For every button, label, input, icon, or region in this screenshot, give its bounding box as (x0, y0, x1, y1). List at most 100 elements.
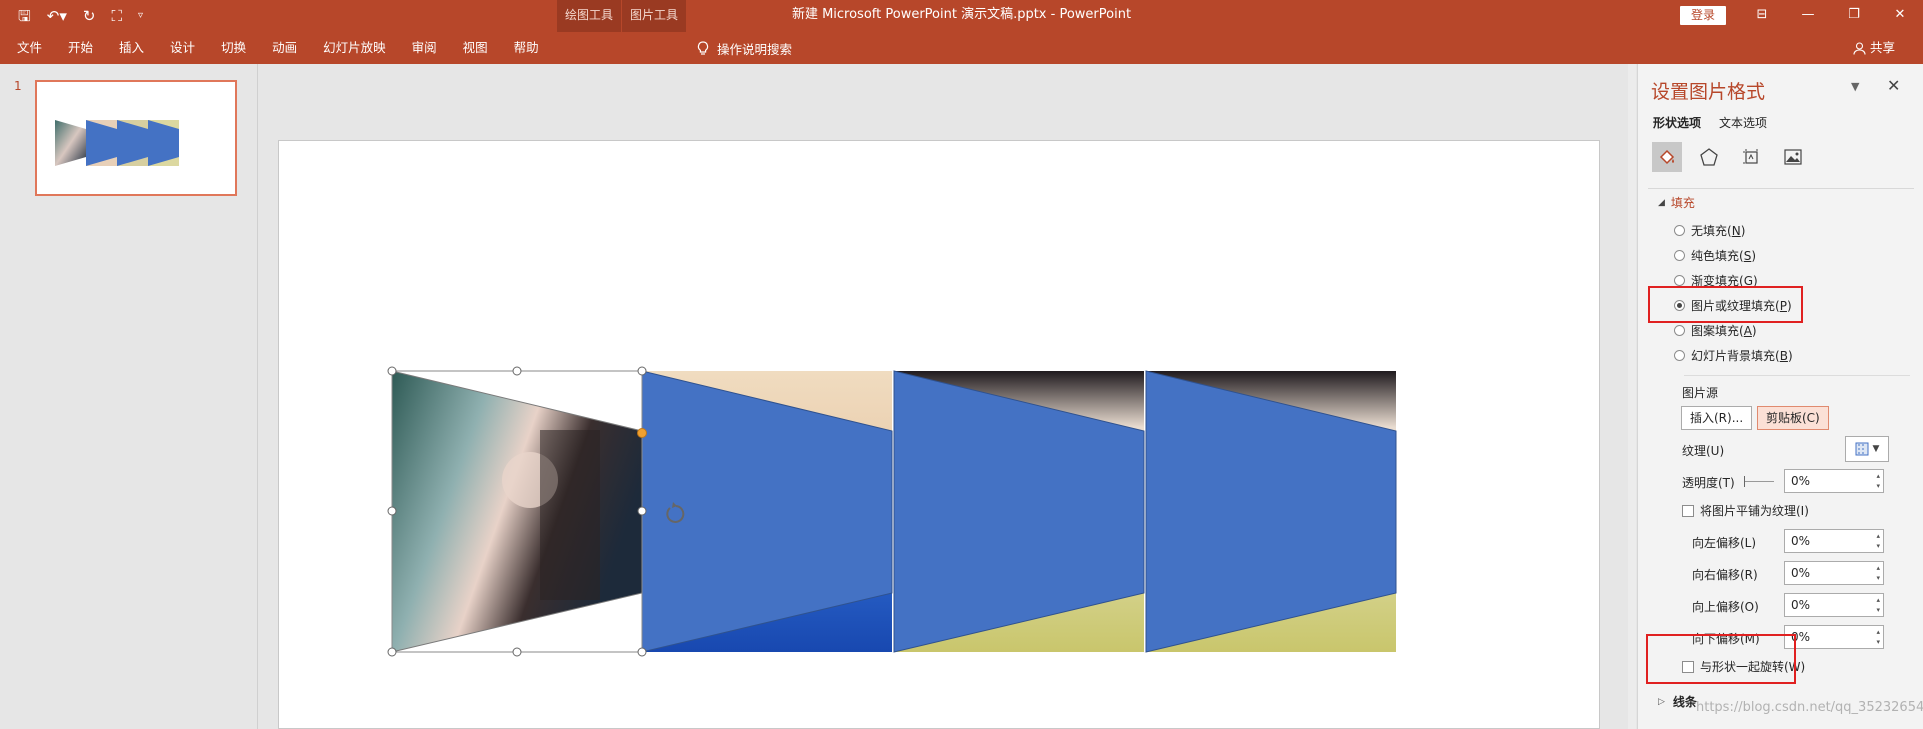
radio-pattern-fill[interactable]: 图案填充(A) (1674, 322, 1757, 339)
minimize-icon[interactable]: — (1785, 0, 1831, 32)
slide-scrollbar[interactable] (1628, 64, 1636, 729)
solid-fill-key: S (1743, 249, 1752, 263)
slide-thumbnail-pane: 1 (0, 64, 258, 729)
customize-qat-icon[interactable]: ▿ (138, 6, 143, 26)
size-properties-icon[interactable] (1736, 142, 1766, 172)
radio-slide-bg-fill-control[interactable] (1674, 350, 1685, 361)
radio-no-fill-control[interactable] (1674, 225, 1685, 236)
fill-section-label: 填充 (1670, 196, 1695, 210)
offset-bottom-input[interactable]: 0% (1784, 625, 1884, 649)
resize-handle-bl[interactable] (387, 647, 397, 657)
thumb-photo-shape (55, 120, 86, 166)
resize-handle-r[interactable] (637, 506, 647, 516)
radio-pattern-fill-control[interactable] (1674, 325, 1685, 336)
gradient-fill-text: 渐变填充 (1691, 274, 1740, 288)
resize-handle-b[interactable] (512, 647, 522, 657)
radio-no-fill[interactable]: 无填充(N) (1674, 222, 1745, 239)
tab-file[interactable]: 文件 (4, 32, 55, 64)
offset-right-input[interactable]: 0% (1784, 561, 1884, 585)
tell-me-search[interactable]: 操作说明搜索 (697, 32, 792, 64)
tab-home[interactable]: 开始 (55, 32, 106, 64)
picture-icon[interactable] (1778, 142, 1808, 172)
tile-picture-checkbox[interactable] (1682, 504, 1694, 517)
resize-handle-tl[interactable] (387, 366, 397, 376)
tab-shape-options[interactable]: 形状选项 (1653, 114, 1701, 131)
slide-thumbnail-1[interactable] (35, 80, 237, 196)
rotate-with-shape-checkbox[interactable] (1682, 660, 1694, 673)
restore-icon[interactable]: ❐ (1831, 0, 1877, 32)
line-section-header[interactable]: ▷ 线条 (1658, 693, 1697, 710)
resize-handle-br[interactable] (637, 647, 647, 657)
resize-handle-t[interactable] (512, 366, 522, 376)
solid-fill-text: 纯色填充 (1691, 249, 1740, 263)
tab-animations[interactable]: 动画 (259, 32, 310, 64)
title-bar: 🖫 ↶▾ ↻ ⛶ ▿ 新建 Microsoft PowerPoint 演示文稿.… (0, 0, 1923, 32)
adjust-handle[interactable] (637, 428, 647, 438)
radio-no-fill-label: 无填充(N) (1691, 224, 1746, 238)
tab-text-options[interactable]: 文本选项 (1719, 114, 1767, 131)
tile-picture-label: 将图片平铺为纹理(I) (1700, 504, 1809, 518)
no-fill-key: N (1731, 224, 1741, 238)
tile-picture-checkbox-row[interactable]: 将图片平铺为纹理(I) (1682, 502, 1809, 519)
pane-options-dropdown-icon[interactable]: ▼ (1851, 80, 1859, 93)
radio-picture-fill-label: 图片或纹理填充(P) (1691, 299, 1792, 313)
tab-design[interactable]: 设计 (157, 32, 208, 64)
login-button[interactable]: 登录 (1680, 6, 1726, 25)
resize-handle-l[interactable] (387, 506, 397, 516)
format-picture-pane: 设置图片格式 ▼ ✕ 形状选项 文本选项 ◢ 填充 无填充(N) 纯色填充(S)… (1637, 64, 1923, 729)
start-slideshow-icon[interactable]: ⛶ (111, 6, 122, 26)
tab-view[interactable]: 视图 (450, 32, 501, 64)
radio-solid-fill-control[interactable] (1674, 250, 1685, 261)
radio-gradient-fill-control[interactable] (1674, 275, 1685, 286)
pane-icon-tabs (1652, 142, 1808, 172)
transparency-input[interactable]: 0% (1784, 469, 1884, 493)
person-icon (1853, 41, 1866, 55)
texture-dropdown[interactable]: ▼ (1845, 436, 1889, 462)
pattern-fill-key: A (1743, 324, 1752, 338)
save-icon[interactable]: 🖫 (18, 6, 31, 26)
radio-solid-fill[interactable]: 纯色填充(S) (1674, 247, 1756, 264)
collapse-triangle-icon: ◢ (1658, 197, 1665, 208)
slide-bg-fill-key: B (1779, 349, 1788, 363)
document-title: 新建 Microsoft PowerPoint 演示文稿.pptx - Powe… (791, 7, 1132, 22)
offset-top-input[interactable]: 0% (1784, 593, 1884, 617)
photo-hair-detail (540, 430, 600, 600)
transparency-label: 透明度(T) (1682, 476, 1735, 490)
ribbon-display-icon[interactable]: ⊟ (1739, 0, 1785, 32)
radio-slide-bg-fill-label: 幻灯片背景填充(B) (1691, 349, 1793, 363)
thumbnail-preview (55, 120, 179, 166)
redo-icon[interactable]: ↻ (83, 6, 96, 26)
share-button[interactable]: 共享 (1853, 32, 1895, 64)
offset-bottom-label: 向下偏移(M) (1692, 632, 1760, 646)
tab-insert[interactable]: 插入 (106, 32, 157, 64)
undo-icon[interactable]: ↶▾ (47, 6, 67, 26)
pane-close-icon[interactable]: ✕ (1887, 76, 1900, 95)
radio-solid-fill-label: 纯色填充(S) (1691, 249, 1757, 263)
fill-section-header[interactable]: ◢ 填充 (1658, 194, 1695, 211)
picture-source-label: 图片源 (1682, 386, 1719, 400)
offset-left-label: 向左偏移(L) (1692, 536, 1757, 550)
radio-picture-fill[interactable]: 图片或纹理填充(P) (1674, 297, 1792, 314)
transparency-slider[interactable] (1744, 476, 1774, 487)
effects-icon[interactable] (1694, 142, 1724, 172)
gradient-fill-key: G (1743, 274, 1754, 288)
radio-gradient-fill[interactable]: 渐变填充(G) (1674, 272, 1758, 289)
fill-line-icon[interactable] (1652, 142, 1682, 172)
tab-transitions[interactable]: 切换 (208, 32, 259, 64)
radio-slide-bg-fill[interactable]: 幻灯片背景填充(B) (1674, 347, 1793, 364)
rotate-with-shape-row[interactable]: 与形状一起旋转(W) (1682, 658, 1805, 675)
radio-picture-fill-control[interactable] (1674, 300, 1685, 311)
insert-picture-button[interactable]: 插入(R)... (1681, 406, 1753, 430)
resize-handle-tr[interactable] (637, 366, 647, 376)
picture-tools-title: 图片工具 (629, 8, 678, 22)
lightbulb-icon (697, 40, 709, 55)
tab-review[interactable]: 审阅 (399, 32, 450, 64)
clipboard-button[interactable]: 剪贴板(C) (1757, 406, 1829, 430)
close-window-icon[interactable]: ✕ (1877, 0, 1923, 32)
quick-access-toolbar: 🖫 ↶▾ ↻ ⛶ ▿ (18, 6, 143, 26)
expand-triangle-icon: ▷ (1658, 696, 1665, 707)
tab-help[interactable]: 帮助 (501, 32, 552, 64)
offset-left-input[interactable]: 0% (1784, 529, 1884, 553)
ribbon-tab-bar: 文件 开始 插入 设计 切换 动画 幻灯片放映 审阅 视图 帮助 操作说明搜索 … (0, 32, 1923, 64)
tab-slideshow[interactable]: 幻灯片放映 (310, 32, 399, 64)
